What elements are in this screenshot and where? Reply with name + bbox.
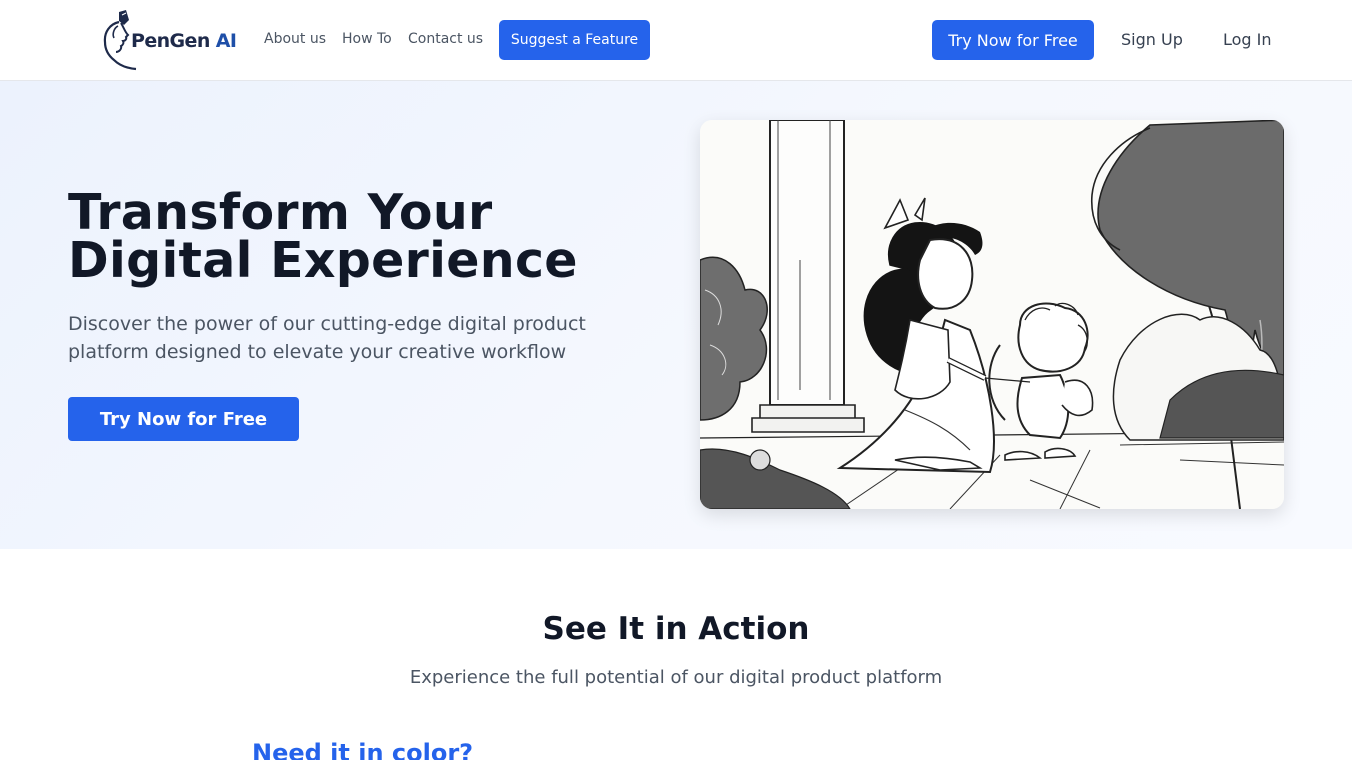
suggest-feature-button[interactable]: Suggest a Feature bbox=[499, 20, 650, 60]
logo-wordmark: PenGen AI bbox=[131, 30, 237, 52]
logo-text-main: PenGen bbox=[131, 30, 210, 52]
nav-about-link[interactable]: About us bbox=[264, 31, 326, 47]
sign-up-link[interactable]: Sign Up bbox=[1121, 30, 1183, 49]
nav-howto-link[interactable]: How To bbox=[342, 31, 392, 47]
logo-text-accent: AI bbox=[215, 30, 237, 52]
hero-subtitle: Discover the power of our cutting-edge d… bbox=[68, 313, 586, 363]
hero-title-line-1: Transform Your bbox=[68, 184, 493, 241]
color-heading: Need it in color? bbox=[252, 739, 474, 760]
nav-contact-link[interactable]: Contact us bbox=[408, 31, 483, 47]
logo[interactable]: PenGen AI bbox=[100, 8, 237, 72]
section-title: See It in Action bbox=[542, 611, 810, 647]
hero-image bbox=[700, 120, 1284, 509]
hero-title: Transform Your Digital Experience bbox=[68, 184, 578, 289]
site-header: PenGen AI About us How To Contact us Sug… bbox=[0, 0, 1352, 81]
hero-try-now-button[interactable]: Try Now for Free bbox=[68, 397, 299, 441]
header-try-now-button[interactable]: Try Now for Free bbox=[932, 20, 1094, 60]
coloring-page-illustration bbox=[700, 120, 1284, 509]
log-in-link[interactable]: Log In bbox=[1223, 30, 1272, 49]
section-subtitle: Experience the full potential of our dig… bbox=[409, 667, 943, 688]
hero-title-line-2: Digital Experience bbox=[68, 232, 578, 289]
hero-section: Transform Your Digital Experience Discov… bbox=[0, 81, 1352, 549]
